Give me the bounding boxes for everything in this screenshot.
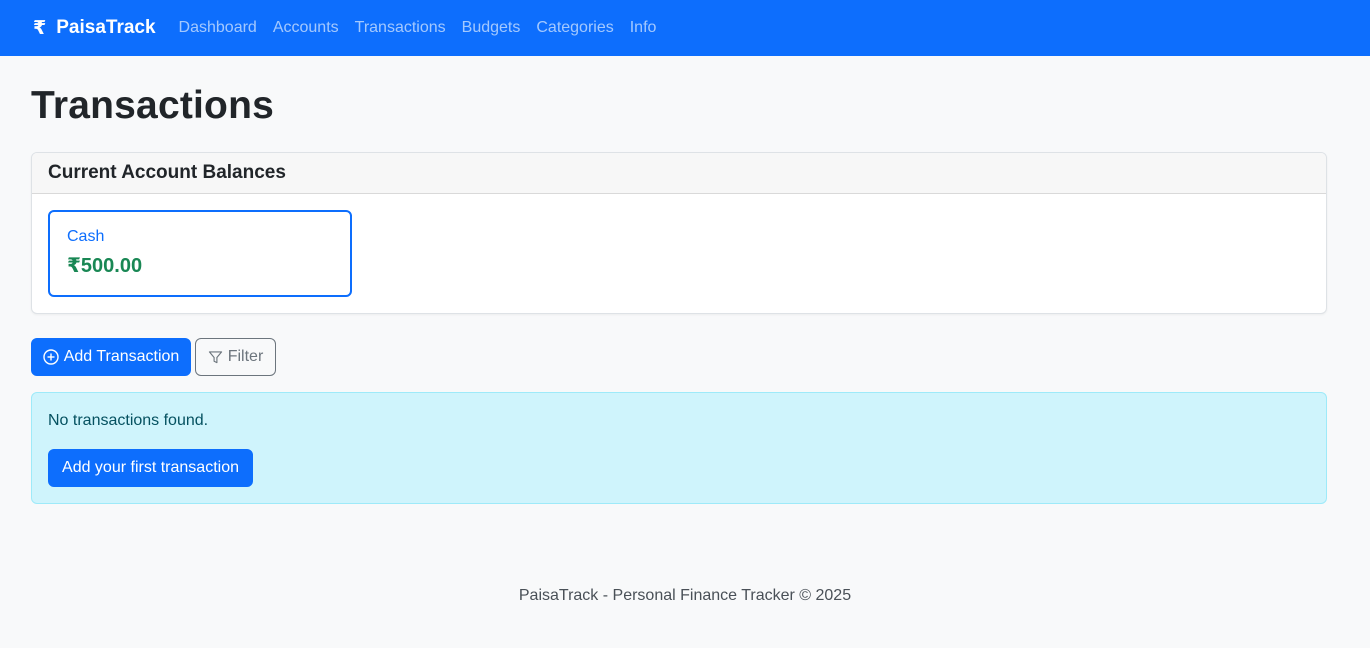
top-navbar: ₹ PaisaTrack Dashboard Accounts Transact… xyxy=(0,0,1370,56)
footer: PaisaTrack - Personal Finance Tracker © … xyxy=(518,587,852,604)
filter-label: Filter xyxy=(227,348,264,365)
brand-link[interactable]: ₹ PaisaTrack xyxy=(33,17,156,40)
empty-state-alert: No transactions found. Add your first tr… xyxy=(31,392,1327,504)
nav-link-info[interactable]: Info xyxy=(622,19,665,37)
nav-links: Dashboard Accounts Transactions Budgets … xyxy=(179,19,665,37)
nav-link-dashboard[interactable]: Dashboard xyxy=(179,19,265,37)
empty-state-message: No transactions found. xyxy=(48,412,209,429)
nav-link-accounts[interactable]: Accounts xyxy=(265,19,347,37)
add-transaction-label: Add Transaction xyxy=(63,348,180,365)
account-balance-tile[interactable]: Cash ₹500.00 xyxy=(48,210,352,297)
add-first-transaction-button[interactable]: Add your first transaction xyxy=(48,449,253,487)
filter-button[interactable]: Filter xyxy=(195,338,276,376)
plus-circle-icon xyxy=(42,349,59,365)
nav-link-budgets[interactable]: Budgets xyxy=(454,19,529,37)
nav-link-transactions[interactable]: Transactions xyxy=(347,19,454,37)
account-name: Cash xyxy=(67,228,105,245)
brand-name: PaisaTrack xyxy=(56,17,156,38)
page-title: Transactions xyxy=(31,84,274,127)
rupee-icon: ₹ xyxy=(33,17,47,39)
nav-link-categories[interactable]: Categories xyxy=(528,19,621,37)
account-balance-amount: ₹500.00 xyxy=(67,255,143,277)
funnel-icon xyxy=(208,350,222,363)
add-transaction-button[interactable]: Add Transaction xyxy=(31,338,191,376)
account-balances-card: Current Account Balances Cash ₹500.00 xyxy=(31,152,1327,314)
card-header: Current Account Balances xyxy=(32,153,1326,194)
